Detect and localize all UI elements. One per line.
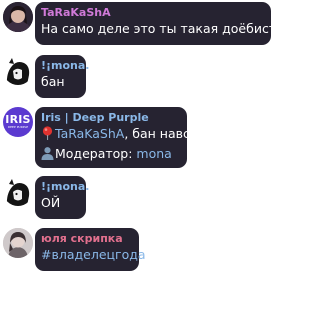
iris-logo: IRIS xyxy=(5,113,31,126)
author-name[interactable]: TaRaKaShA xyxy=(41,6,265,20)
avatar[interactable] xyxy=(3,176,33,206)
message-line-ban: TaRaKaShA, бан навсегда xyxy=(41,125,220,145)
message-bubble[interactable]: TaRaKaShA На само деле это ты такая доёб… xyxy=(35,2,292,45)
ban-text: , бан навсегда xyxy=(124,126,221,141)
message-bubble[interactable]: юля скрипка #владелецгода xyxy=(35,228,146,271)
author-name[interactable]: !¡mona. xyxy=(41,180,90,194)
message-text: ОЙ xyxy=(41,195,61,210)
user-silhouette-icon xyxy=(41,146,54,165)
message-bubble[interactable]: !¡mona. ОЙ xyxy=(35,176,90,219)
message-text: бан xyxy=(41,74,65,89)
avatar[interactable] xyxy=(3,55,33,85)
message-text: На само деле это ты такая доёбистая xyxy=(41,21,292,36)
message-bubble[interactable]: !¡mona. бан xyxy=(35,55,90,98)
red-pin-icon xyxy=(41,126,54,145)
iris-logo-subtitle: DEEP PURPLE xyxy=(7,125,29,129)
author-name[interactable]: !¡mona. xyxy=(41,59,90,73)
message-text: #владелецгода xyxy=(41,246,146,264)
moderator-mention[interactable]: mona xyxy=(136,146,171,161)
user-mention[interactable]: TaRaKaShA xyxy=(55,126,124,141)
author-name[interactable]: юля скрипка xyxy=(41,232,133,246)
avatar[interactable] xyxy=(3,228,33,258)
author-name[interactable]: Iris | Deep Purple xyxy=(41,111,181,125)
avatar[interactable]: IRIS DEEP PURPLE xyxy=(3,107,33,137)
message-line-moderator: Модератор: mona xyxy=(41,145,181,165)
message-bubble[interactable]: Iris | Deep Purple TaRaKaShA, бан навсег… xyxy=(35,107,220,168)
moderator-label: Модератор: xyxy=(55,146,137,161)
hashtag-link[interactable]: #владелецгода xyxy=(41,247,146,262)
avatar[interactable] xyxy=(3,2,33,32)
